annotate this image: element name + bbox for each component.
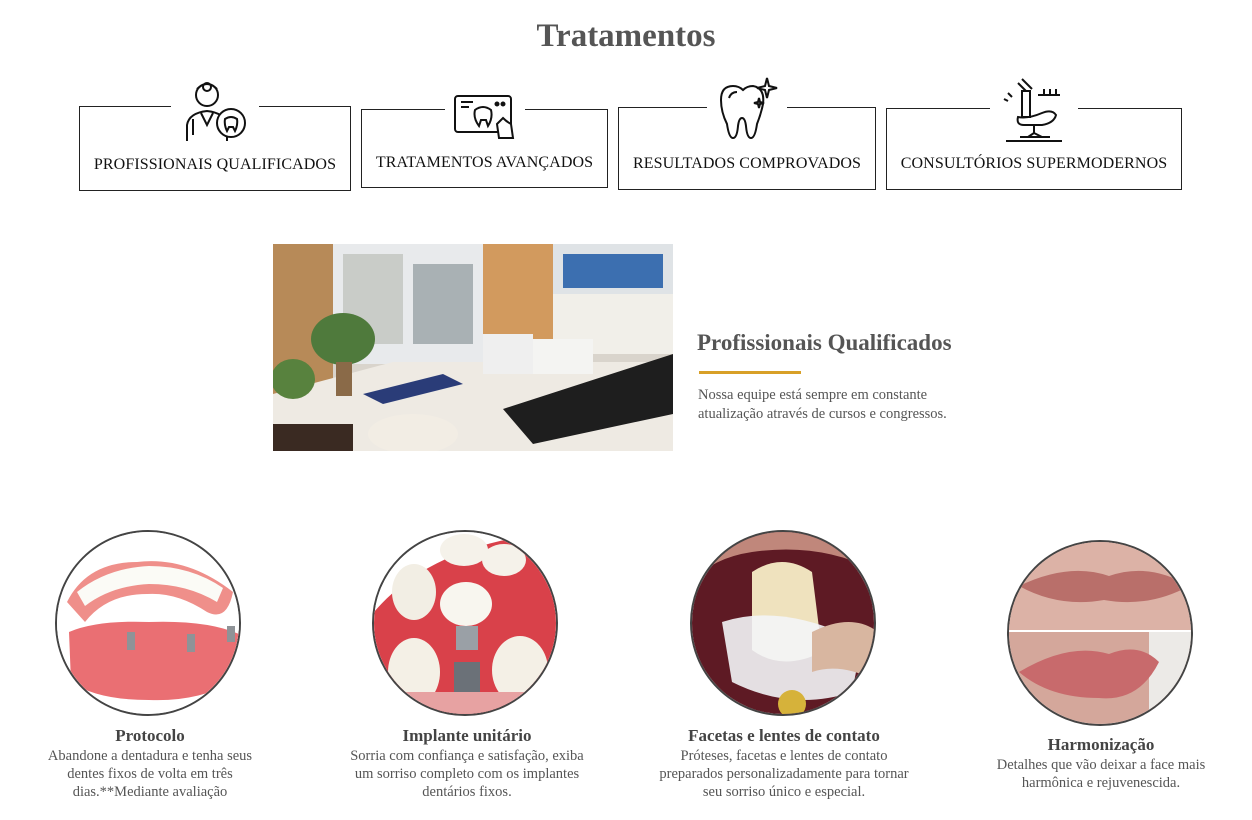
sparkling-tooth-icon xyxy=(707,76,787,147)
treatment-name: Harmonização xyxy=(1047,735,1155,754)
accent-divider xyxy=(699,371,801,374)
treatment-description: Sorria com confiança e satisfação, exiba… xyxy=(350,748,584,800)
feature-label: RESULTADOS COMPROVADOS xyxy=(632,155,862,172)
harmonizacao-image xyxy=(1007,540,1193,726)
reception-photo xyxy=(273,244,673,451)
implante-image xyxy=(372,530,558,716)
protocolo-image xyxy=(55,530,241,716)
treatment-description: Abandone a dentadura e tenha seus dentes… xyxy=(47,748,253,800)
treatment-name: Protocolo xyxy=(115,726,185,745)
tablet-tooth-icon xyxy=(444,94,525,145)
treatment-name: Implante unitário xyxy=(402,726,532,745)
highlight-text: Nossa equipe está sempre em constante at… xyxy=(698,387,947,422)
feature-card-profissionais: PROFISSIONAIS QUALIFICADOS xyxy=(79,75,351,191)
dentist-icon xyxy=(171,75,259,148)
feature-card-tratamentos: TRATAMENTOS AVANÇADOS xyxy=(361,94,608,188)
facetas-image xyxy=(690,530,876,716)
treatment-description: Próteses, facetas e lentes de contato pr… xyxy=(659,748,909,800)
page-title: Tratamentos xyxy=(536,18,716,54)
treatment-description: Detalhes que vão deixar a face mais harm… xyxy=(996,757,1206,791)
feature-label: CONSULTÓRIOS SUPERMODERNOS xyxy=(900,155,1168,172)
feature-card-consultorios: CONSULTÓRIOS SUPERMODERNOS xyxy=(886,77,1182,190)
feature-label: PROFISSIONAIS QUALIFICADOS xyxy=(93,156,337,173)
highlight-title: Profissionais Qualificados xyxy=(697,330,952,355)
dental-chair-icon xyxy=(990,77,1078,148)
feature-label: TRATAMENTOS AVANÇADOS xyxy=(375,154,594,171)
treatment-name: Facetas e lentes de contato xyxy=(688,726,880,745)
feature-card-resultados: RESULTADOS COMPROVADOS xyxy=(618,76,876,190)
